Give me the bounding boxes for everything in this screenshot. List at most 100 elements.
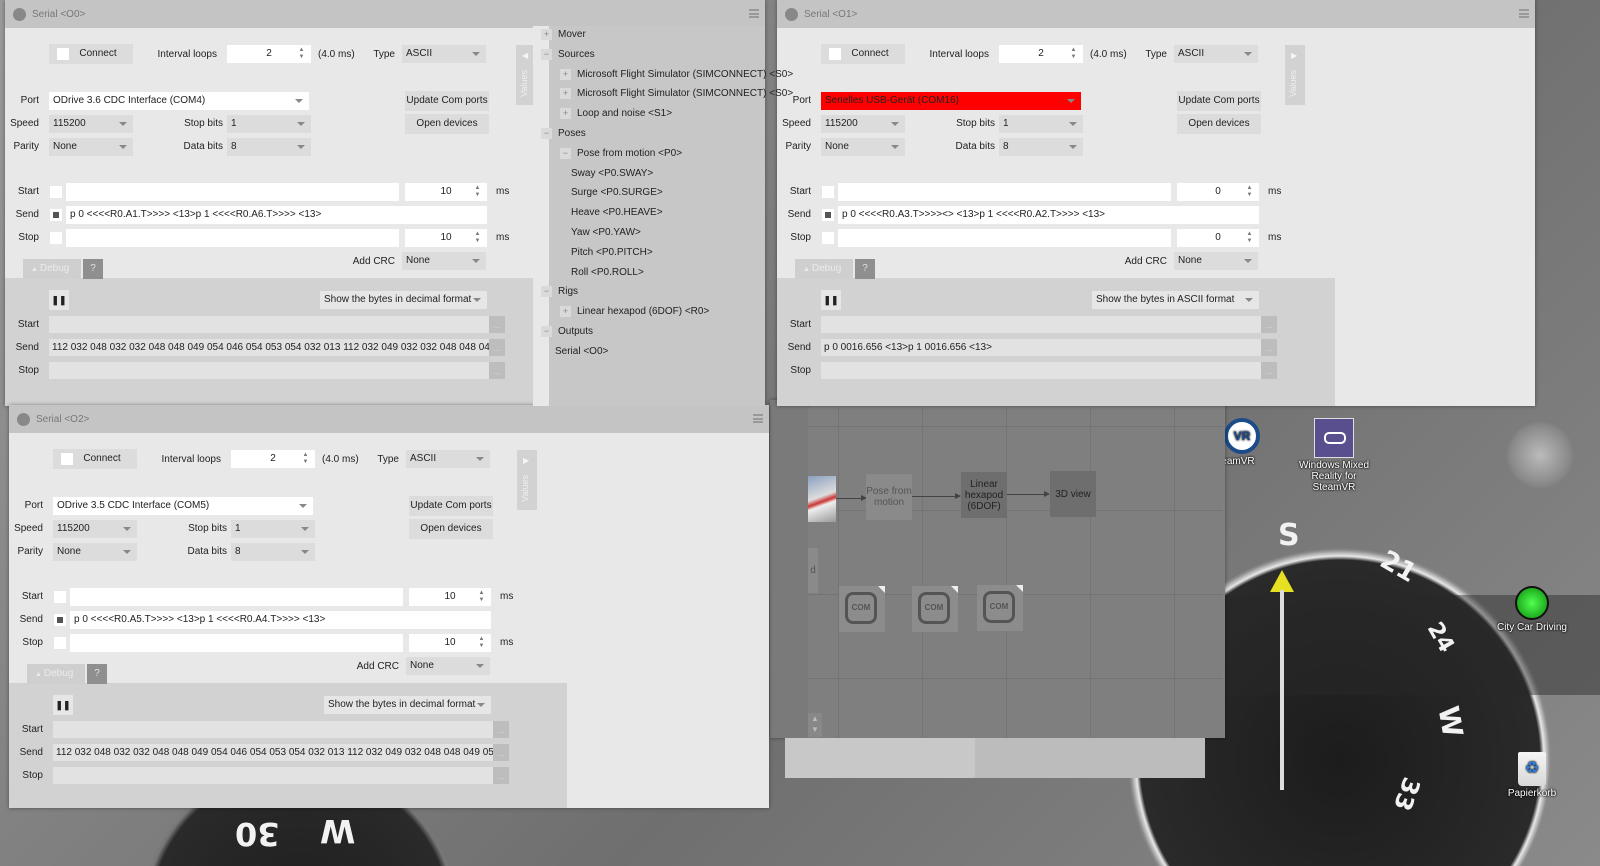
connect-button[interactable]: Connect (49, 44, 133, 64)
collapse-icon[interactable]: − (541, 326, 552, 337)
help-button[interactable]: ? (87, 664, 107, 684)
collapse-icon[interactable]: − (560, 147, 571, 159)
stop-delay-spinner[interactable]: 10 ▲ ▼ (409, 634, 491, 652)
debug-send-details-button[interactable]: ... (489, 339, 505, 356)
start-delay-spinner[interactable]: 10 ▲ ▼ (405, 183, 487, 201)
spinner-arrows-icon[interactable]: ▲ ▼ (302, 452, 309, 466)
debug-stop-details-button[interactable]: ... (493, 767, 509, 784)
spinner-arrows-icon[interactable]: ▲ ▼ (1070, 47, 1077, 61)
node-com-output[interactable]: COM (912, 586, 958, 632)
stop-bits-select[interactable]: 1 (227, 115, 311, 133)
node-pose-from-motion[interactable]: Pose from motion (866, 474, 912, 520)
collapse-icon[interactable]: − (541, 128, 552, 139)
stop-delay-spinner[interactable]: 0 ▲ ▼ (1177, 229, 1259, 247)
parity-select[interactable]: None (53, 543, 137, 561)
spinner-arrows-icon[interactable]: ▲ ▼ (298, 47, 305, 61)
debug-start-details-button[interactable]: ... (489, 316, 505, 333)
start-command-input[interactable] (66, 183, 399, 201)
debug-format-select[interactable]: Show the bytes in decimal format (320, 291, 487, 309)
tree-item[interactable]: Sway <P0.SWAY> (571, 168, 653, 179)
start-command-input[interactable] (70, 588, 403, 606)
send-command-input[interactable]: p 0 <<<<R0.A5.T>>>> <13>p 1 <<<<R0.A4.T>… (70, 611, 491, 629)
type-select[interactable]: ASCII (402, 45, 486, 63)
desktop-icon-recycle-bin[interactable]: ♻ Papierkorb (1490, 752, 1574, 799)
spinner-arrows-icon[interactable]: ▲ ▼ (478, 590, 485, 604)
debug-format-select[interactable]: Show the bytes in ASCII format (1092, 291, 1259, 309)
expand-icon[interactable]: + (560, 108, 571, 120)
spinner-arrows-icon[interactable]: ▲ ▼ (1246, 231, 1253, 245)
node-linear-hexapod[interactable]: Linear hexapod (6DOF) (961, 472, 1007, 518)
port-select[interactable]: Serielles USB-Gerät (COM16) (821, 92, 1081, 110)
tree-item[interactable]: Surge <P0.SURGE> (571, 187, 663, 198)
graph-canvas[interactable]: Pose from motion Linear hexapod (6DOF) 3… (808, 408, 1223, 738)
data-bits-select[interactable]: 8 (227, 138, 311, 156)
collapse-icon[interactable]: − (541, 286, 552, 298)
start-checkbox[interactable] (50, 186, 62, 198)
speed-select[interactable]: 115200 (49, 115, 133, 133)
pause-button[interactable]: ❚❚ (821, 290, 841, 310)
debug-send-details-button[interactable]: ... (1261, 339, 1277, 356)
stop-bits-select[interactable]: 1 (999, 115, 1083, 133)
help-button[interactable]: ? (83, 259, 103, 279)
spinner-arrows-icon[interactable]: ▲ ▼ (478, 636, 485, 650)
add-crc-select[interactable]: None (1174, 252, 1258, 270)
start-checkbox[interactable] (54, 591, 66, 603)
port-select[interactable]: ODrive 3.6 CDC Interface (COM4) (49, 92, 309, 110)
data-bits-select[interactable]: 8 (999, 138, 1083, 156)
tree-item[interactable]: + Microsoft Flight Simulator (SIMCONNECT)… (560, 68, 793, 80)
add-crc-select[interactable]: None (402, 252, 486, 270)
title-bar[interactable]: Serial <O0> (5, 0, 765, 28)
stop-checkbox[interactable] (54, 637, 66, 649)
node-3d-view[interactable]: 3D view (1050, 471, 1096, 517)
debug-toggle-tab[interactable]: ▲ Debug (795, 259, 853, 279)
tree-item[interactable]: Pitch <P0.PITCH> (571, 247, 653, 258)
hamburger-menu-icon[interactable] (1519, 9, 1529, 18)
expand-icon[interactable]: + (560, 88, 571, 100)
update-com-ports-button[interactable]: Update Com ports (1177, 91, 1261, 111)
debug-format-select[interactable]: Show the bytes in decimal format (324, 696, 491, 714)
tree-item[interactable]: − Pose from motion <P0> (560, 147, 682, 159)
debug-toggle-tab[interactable]: ▲ Debug (27, 664, 85, 684)
parity-select[interactable]: None (821, 138, 905, 156)
title-bar[interactable]: Serial <O1> (777, 0, 1535, 28)
tree-item[interactable]: Roll <P0.ROLL> (571, 267, 644, 278)
spinner-arrows-icon[interactable]: ▲ ▼ (474, 231, 481, 245)
send-checkbox[interactable] (50, 209, 62, 221)
start-delay-spinner[interactable]: 10 ▲ ▼ (409, 588, 491, 606)
send-command-input[interactable]: p 0 <<<<R0.A1.T>>>> <13>p 1 <<<<R0.A6.T>… (66, 206, 487, 224)
tree-item[interactable]: Heave <P0.HEAVE> (571, 207, 663, 218)
expand-icon[interactable]: + (560, 68, 571, 80)
start-delay-spinner[interactable]: 0 ▲ ▼ (1177, 183, 1259, 201)
node-com-output[interactable]: COM (977, 585, 1023, 631)
send-checkbox[interactable] (822, 209, 834, 221)
connect-button[interactable]: Connect (53, 449, 137, 469)
update-com-ports-button[interactable]: Update Com ports (409, 496, 493, 516)
update-com-ports-button[interactable]: Update Com ports (405, 91, 489, 111)
tree-item[interactable]: − Sources (541, 48, 595, 60)
connect-checkbox[interactable] (57, 48, 69, 60)
interval-loops-spinner[interactable]: 2 ▲ ▼ (227, 45, 311, 63)
stop-checkbox[interactable] (822, 232, 834, 244)
debug-toggle-tab[interactable]: ▲ Debug (23, 259, 81, 279)
tree-item[interactable]: Serial <O0> (555, 346, 608, 357)
connect-checkbox[interactable] (61, 453, 73, 465)
data-bits-select[interactable]: 8 (231, 543, 315, 561)
expand-icon[interactable]: + (560, 306, 571, 318)
tree-item[interactable]: + Linear hexapod (6DOF) <R0> (560, 306, 709, 318)
pause-button[interactable]: ❚❚ (53, 695, 73, 715)
tree-item[interactable]: − Rigs (541, 286, 578, 298)
tree-item[interactable]: + Loop and noise <S1> (560, 108, 672, 120)
start-checkbox[interactable] (822, 186, 834, 198)
tree-item[interactable]: + Microsoft Flight Simulator (SIMCONNECT)… (560, 88, 793, 100)
desktop-icon-city-car-driving[interactable]: City Car Driving (1490, 586, 1574, 633)
port-select[interactable]: ODrive 3.5 CDC Interface (COM5) (53, 497, 313, 515)
pause-button[interactable]: ❚❚ (49, 290, 69, 310)
stop-command-input[interactable] (70, 634, 403, 652)
open-devices-button[interactable]: Open devices (409, 519, 493, 539)
stop-delay-spinner[interactable]: 10 ▲ ▼ (405, 229, 487, 247)
values-panel-toggle[interactable]: ▶ Values (1285, 45, 1305, 105)
interval-loops-spinner[interactable]: 2 ▲ ▼ (999, 45, 1083, 63)
speed-select[interactable]: 115200 (821, 115, 905, 133)
debug-stop-details-button[interactable]: ... (1261, 362, 1277, 379)
collapse-icon[interactable]: − (541, 48, 552, 60)
